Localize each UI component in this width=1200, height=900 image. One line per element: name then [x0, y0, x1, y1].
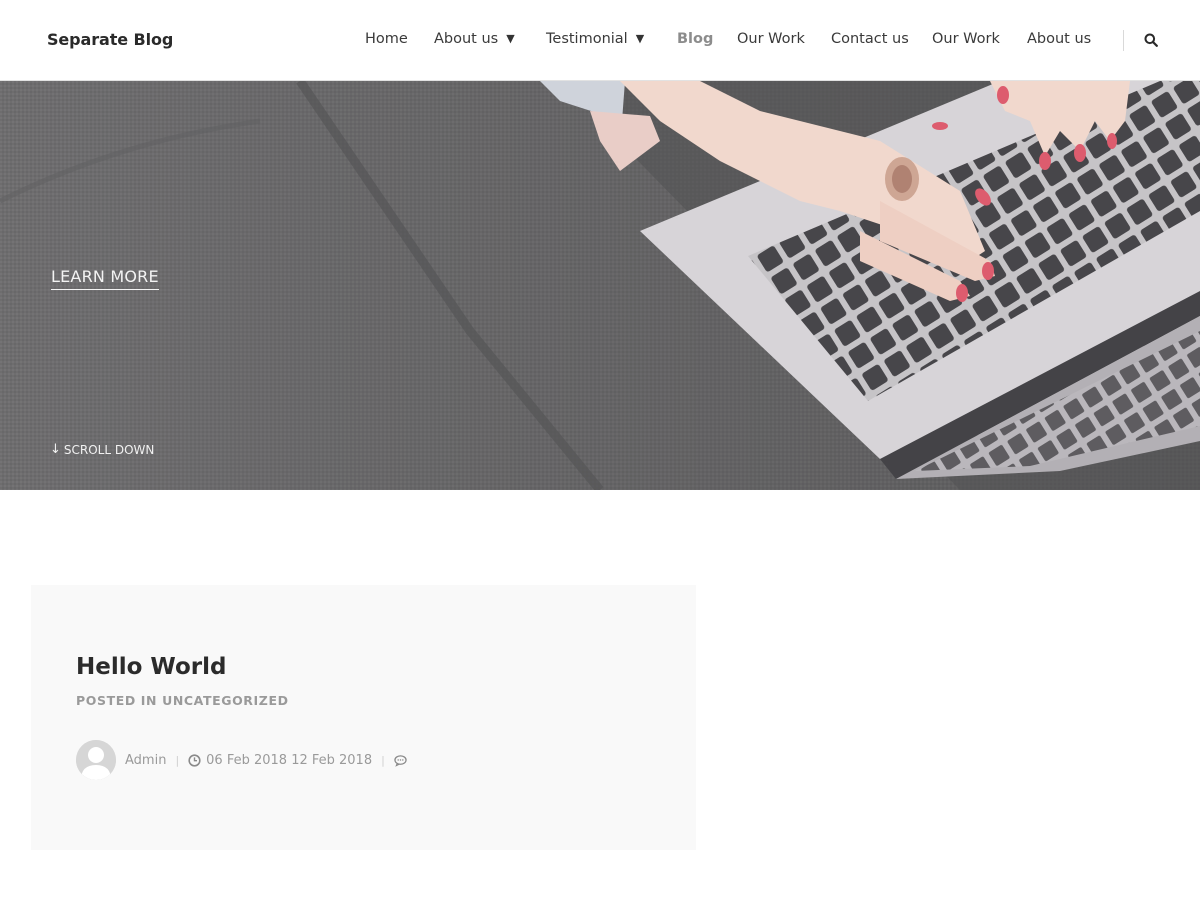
- nav-item-our-work-2[interactable]: Our Work: [932, 31, 1000, 47]
- nav-divider: [1123, 30, 1124, 51]
- hero-banner: LEARN MORE ↓ SCROLL DOWN: [0, 81, 1200, 490]
- nav-item-contact-us[interactable]: Contact us: [831, 31, 909, 47]
- meta-separator: |: [381, 753, 385, 767]
- comment-icon[interactable]: [394, 754, 407, 767]
- post-card: Hello World POSTED IN UNCATEGORIZED Admi…: [31, 585, 696, 850]
- nav-item-label: Home: [365, 31, 408, 47]
- category-link[interactable]: UNCATEGORIZED: [162, 693, 289, 708]
- posted-in-label: POSTED IN: [76, 693, 158, 708]
- nav-item-about-us-2[interactable]: About us: [1027, 31, 1091, 47]
- nav-item-blog[interactable]: Blog: [677, 31, 713, 47]
- site-header: Separate Blog Home About us ▼ Testimonial…: [0, 0, 1200, 81]
- user-avatar-icon: [76, 740, 116, 780]
- hero-image: [0, 81, 1200, 490]
- nav-item-label: Our Work: [737, 31, 805, 47]
- learn-more-link[interactable]: LEARN MORE: [51, 267, 159, 290]
- nav-item-label: About us: [1027, 31, 1092, 47]
- post-category: POSTED IN UNCATEGORIZED: [76, 693, 289, 708]
- chevron-down-icon[interactable]: ▼: [636, 32, 644, 45]
- meta-separator: |: [175, 753, 180, 767]
- author-avatar[interactable]: [76, 740, 116, 780]
- nav-item-home[interactable]: Home: [365, 31, 408, 47]
- nav-item-label: Testimonial: [546, 31, 628, 47]
- scroll-down-label: SCROLL DOWN: [63, 442, 155, 457]
- search-icon[interactable]: [1144, 33, 1158, 47]
- nav-item-label: About us: [434, 31, 499, 47]
- nav-item-about-us[interactable]: About us ▼: [434, 31, 515, 47]
- nav-item-label: Contact us: [831, 31, 909, 47]
- nav-item-label: Our Work: [932, 31, 1000, 47]
- scroll-down-link[interactable]: ↓ SCROLL DOWN: [50, 442, 154, 457]
- clock-icon: [188, 753, 201, 767]
- arrow-down-icon: ↓: [50, 442, 61, 457]
- post-meta: Admin | 06 Feb 2018 12 Feb 2018 |: [76, 740, 407, 780]
- main-nav: Home About us ▼ Testimonial ▼ Blog Our Wor…: [0, 0, 1200, 80]
- author-link[interactable]: Admin: [125, 753, 166, 768]
- chevron-down-icon[interactable]: ▼: [506, 32, 514, 45]
- nav-item-label: Blog: [677, 31, 714, 47]
- nav-item-our-work[interactable]: Our Work: [737, 31, 805, 47]
- nav-item-testimonial[interactable]: Testimonial ▼: [546, 31, 644, 47]
- post-title[interactable]: Hello World: [76, 654, 226, 680]
- post-dates[interactable]: 06 Feb 2018 12 Feb 2018: [206, 753, 372, 768]
